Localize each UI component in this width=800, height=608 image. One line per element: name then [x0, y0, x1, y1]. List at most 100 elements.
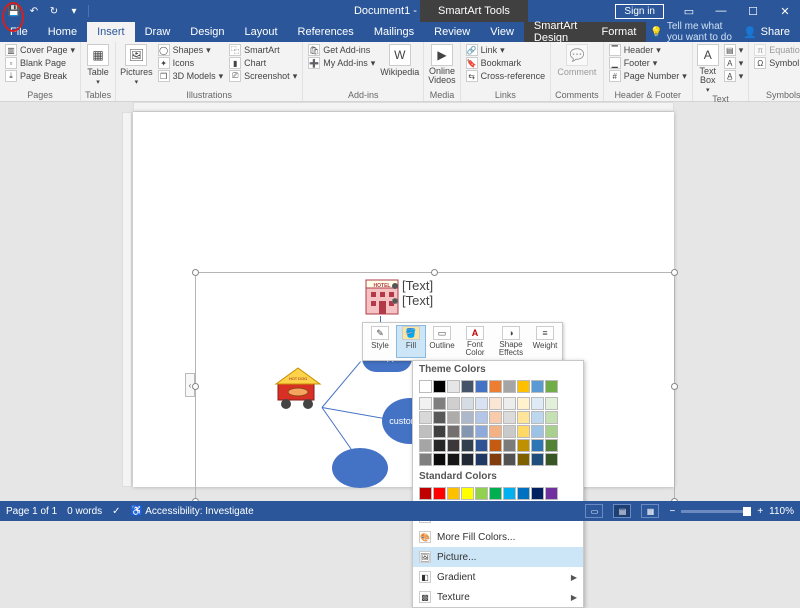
- cover-page-button[interactable]: ▥Cover Page ▾: [4, 44, 76, 56]
- tab-insert[interactable]: Insert: [87, 22, 135, 42]
- text-pane-row[interactable]: [Text]: [392, 293, 433, 308]
- pictures-button[interactable]: 🖼 Pictures▾: [120, 44, 153, 86]
- page-number-button[interactable]: #Page Number ▾: [608, 70, 688, 82]
- resize-handle[interactable]: [431, 269, 438, 276]
- color-swatch[interactable]: [517, 397, 530, 410]
- color-swatch[interactable]: [489, 425, 502, 438]
- bookmark-button[interactable]: 🔖Bookmark: [465, 57, 547, 69]
- color-swatch[interactable]: [419, 453, 432, 466]
- hotdog-cart-image[interactable]: HOT DOG: [272, 364, 324, 410]
- color-swatch[interactable]: [545, 487, 558, 500]
- fill-button[interactable]: 🪣Fill: [396, 325, 426, 358]
- color-swatch[interactable]: [461, 425, 474, 438]
- color-swatch[interactable]: [475, 453, 488, 466]
- zoom-slider[interactable]: [681, 510, 751, 513]
- icons-button[interactable]: ✦Icons: [157, 57, 225, 69]
- save-icon[interactable]: 💾: [6, 3, 22, 19]
- resize-handle[interactable]: [671, 383, 678, 390]
- color-swatch[interactable]: [517, 439, 530, 452]
- shape-effects-button[interactable]: ◑Shape Effects: [493, 325, 529, 358]
- gradient-fill-item[interactable]: ◧Gradient▶: [413, 567, 583, 587]
- color-swatch[interactable]: [517, 411, 530, 424]
- weight-button[interactable]: ≡Weight: [530, 325, 560, 358]
- color-swatch[interactable]: [489, 453, 502, 466]
- color-swatch[interactable]: [517, 453, 530, 466]
- tab-layout[interactable]: Layout: [235, 22, 288, 42]
- color-swatch[interactable]: [433, 380, 446, 393]
- link-button[interactable]: 🔗Link ▾: [465, 44, 547, 56]
- color-swatch[interactable]: [503, 487, 516, 500]
- color-swatch[interactable]: [475, 425, 488, 438]
- color-swatch[interactable]: [419, 439, 432, 452]
- zoom-out-button[interactable]: −: [669, 506, 675, 517]
- color-swatch[interactable]: [545, 411, 558, 424]
- color-swatch[interactable]: [433, 425, 446, 438]
- color-swatch[interactable]: [475, 487, 488, 500]
- color-swatch[interactable]: [433, 439, 446, 452]
- font-color-button[interactable]: AFont Color: [458, 325, 492, 358]
- ruler-horizontal[interactable]: [133, 102, 674, 112]
- smartart-node-empty[interactable]: [332, 448, 388, 488]
- ribbon-options-icon[interactable]: ▭: [674, 0, 704, 22]
- 3d-models-button[interactable]: ❒3D Models ▾: [157, 70, 225, 82]
- quick-parts-button[interactable]: ▤▾: [723, 44, 745, 56]
- accessibility-status[interactable]: ♿ Accessibility: Investigate: [131, 506, 254, 517]
- color-swatch[interactable]: [419, 411, 432, 424]
- tab-file[interactable]: File: [0, 22, 38, 42]
- zoom-in-button[interactable]: +: [757, 506, 763, 517]
- tab-design[interactable]: Design: [180, 22, 234, 42]
- tab-view[interactable]: View: [480, 22, 524, 42]
- color-swatch[interactable]: [433, 453, 446, 466]
- color-swatch[interactable]: [419, 425, 432, 438]
- tab-format[interactable]: Format: [592, 22, 647, 42]
- text-box-button[interactable]: A Text Box▾: [697, 44, 719, 94]
- color-swatch[interactable]: [447, 380, 460, 393]
- color-swatch[interactable]: [531, 411, 544, 424]
- color-swatch[interactable]: [447, 453, 460, 466]
- color-swatch[interactable]: [447, 425, 460, 438]
- color-swatch[interactable]: [475, 380, 488, 393]
- color-swatch[interactable]: [531, 453, 544, 466]
- color-swatch[interactable]: [475, 411, 488, 424]
- smartart-button[interactable]: ⿻SmartArt: [228, 44, 298, 56]
- get-addins-button[interactable]: 🛍Get Add-ins: [307, 44, 376, 56]
- maximize-button[interactable]: ☐: [738, 0, 768, 22]
- web-layout-button[interactable]: ▦: [641, 504, 659, 518]
- color-swatch[interactable]: [419, 487, 432, 500]
- blank-page-button[interactable]: ▫Blank Page: [4, 57, 76, 69]
- header-button[interactable]: ▔Header ▾: [608, 44, 688, 56]
- color-swatch[interactable]: [531, 425, 544, 438]
- drop-cap-button[interactable]: A̲▾: [723, 70, 745, 82]
- page-indicator[interactable]: Page 1 of 1: [6, 506, 57, 517]
- screenshot-button[interactable]: ⎚Screenshot ▾: [228, 70, 298, 82]
- resize-handle[interactable]: [671, 269, 678, 276]
- color-swatch[interactable]: [503, 380, 516, 393]
- color-swatch[interactable]: [419, 380, 432, 393]
- color-swatch[interactable]: [447, 411, 460, 424]
- color-swatch[interactable]: [545, 453, 558, 466]
- texture-fill-item[interactable]: ▩Texture▶: [413, 587, 583, 607]
- color-swatch[interactable]: [545, 380, 558, 393]
- cross-reference-button[interactable]: ⇆Cross-reference: [465, 70, 547, 82]
- wikipedia-button[interactable]: W Wikipedia: [380, 44, 419, 77]
- color-swatch[interactable]: [531, 439, 544, 452]
- shapes-button[interactable]: ◯Shapes ▾: [157, 44, 225, 56]
- color-swatch[interactable]: [503, 397, 516, 410]
- color-swatch[interactable]: [461, 453, 474, 466]
- color-swatch[interactable]: [531, 380, 544, 393]
- tab-smartart-design[interactable]: SmartArt Design: [524, 22, 592, 42]
- print-layout-button[interactable]: ▤: [613, 504, 631, 518]
- color-swatch[interactable]: [545, 425, 558, 438]
- resize-handle[interactable]: [192, 383, 199, 390]
- qat-customize-icon[interactable]: ▾: [66, 3, 82, 19]
- color-swatch[interactable]: [475, 439, 488, 452]
- color-swatch[interactable]: [433, 411, 446, 424]
- redo-icon[interactable]: ↻: [46, 3, 62, 19]
- chart-button[interactable]: ▮Chart: [228, 57, 298, 69]
- word-count[interactable]: 0 words: [67, 506, 102, 517]
- tab-review[interactable]: Review: [424, 22, 480, 42]
- color-swatch[interactable]: [447, 487, 460, 500]
- tell-me-search[interactable]: 💡 Tell me what you want to do: [650, 22, 733, 42]
- color-swatch[interactable]: [461, 380, 474, 393]
- color-swatch[interactable]: [503, 425, 516, 438]
